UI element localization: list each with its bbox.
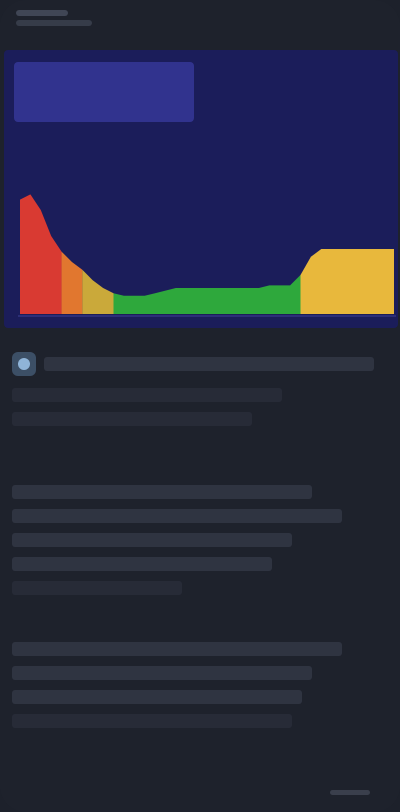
status-bar bbox=[16, 10, 106, 36]
section-1-line-2 bbox=[12, 388, 282, 402]
status-time bbox=[16, 10, 68, 16]
summary-card[interactable] bbox=[4, 50, 398, 328]
header-left-panel[interactable] bbox=[14, 62, 194, 122]
section-2-line-1 bbox=[12, 485, 312, 499]
section-3-line-3 bbox=[12, 690, 302, 704]
avatar-icon bbox=[18, 358, 30, 370]
section-2-line-5 bbox=[12, 581, 182, 595]
avatar[interactable] bbox=[12, 352, 36, 376]
header-right-panel bbox=[222, 64, 362, 124]
area-chart bbox=[18, 180, 396, 320]
content-section-2 bbox=[12, 485, 382, 605]
section-3-line-1 bbox=[12, 642, 342, 656]
section-3-line-2 bbox=[12, 666, 312, 680]
content-section-1 bbox=[12, 352, 382, 436]
chart-area-segment-1 bbox=[61, 251, 83, 314]
chart-area-segment-2 bbox=[82, 269, 114, 314]
content-section-3 bbox=[12, 642, 382, 738]
section-2-line-2 bbox=[12, 509, 342, 523]
chart-area-segment-4 bbox=[300, 249, 394, 314]
area-chart-svg bbox=[18, 194, 396, 317]
section-1-line-1 bbox=[44, 357, 374, 371]
card-header bbox=[4, 50, 398, 130]
home-indicator[interactable] bbox=[330, 790, 370, 795]
status-carrier bbox=[16, 20, 92, 26]
section-1-header bbox=[12, 352, 382, 376]
section-3-line-4 bbox=[12, 714, 292, 728]
section-2-line-3 bbox=[12, 533, 292, 547]
chart-area-segment-3 bbox=[113, 275, 301, 314]
phone-screen bbox=[0, 0, 400, 812]
section-2-line-4 bbox=[12, 557, 272, 571]
chart-area-segment-0 bbox=[20, 194, 62, 314]
section-1-line-3 bbox=[12, 412, 252, 426]
